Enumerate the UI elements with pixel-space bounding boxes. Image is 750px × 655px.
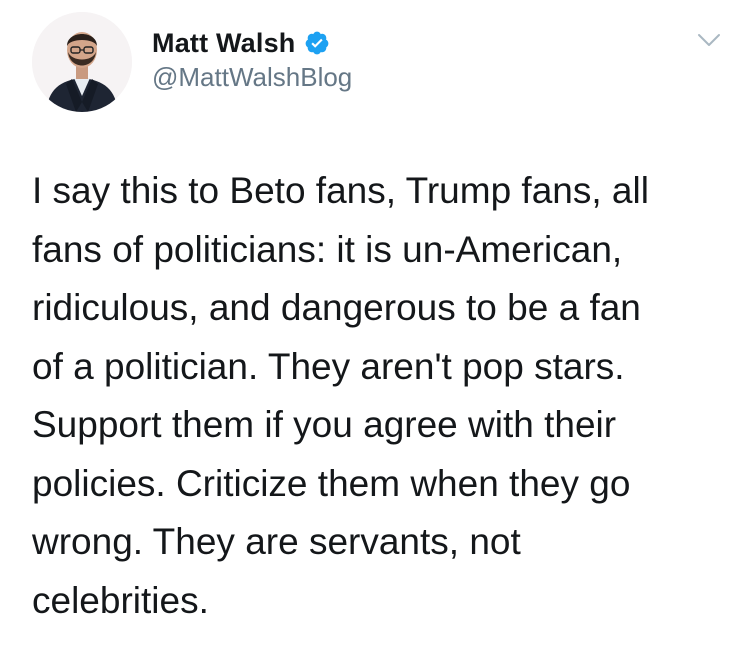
tweet-text-line: I say this to Beto fans, Trump fans, all <box>32 170 649 211</box>
author-avatar[interactable] <box>32 12 132 112</box>
author-handle[interactable]: @MattWalshBlog <box>152 62 352 93</box>
tweet-text-line: ridiculous, and dangerous to be a fan <box>32 287 641 328</box>
verified-badge-icon <box>304 30 330 56</box>
tweet-text-line: of a politician. They aren't pop stars. <box>32 345 625 387</box>
tweet-text-line: wrong. They are servants, not <box>32 521 521 562</box>
author-name-row: Matt Walsh <box>152 26 330 60</box>
author-display-name[interactable]: Matt Walsh <box>152 28 296 59</box>
chevron-down-icon[interactable] <box>696 30 722 50</box>
tweet-text-line: policies. Criticize them when they go <box>32 462 631 504</box>
tweet-text: I say this to Beto fans, Trump fans, all… <box>32 162 722 630</box>
avatar-image <box>32 12 132 112</box>
tweet-text-line: fans of politicians: it is un-American, <box>32 228 623 270</box>
tweet-text-line: Support them if you agree with their <box>32 404 617 445</box>
tweet-card[interactable]: Matt Walsh @MattWalshBlog I say this to … <box>0 0 750 655</box>
tweet-text-line: celebrities. <box>32 579 209 621</box>
